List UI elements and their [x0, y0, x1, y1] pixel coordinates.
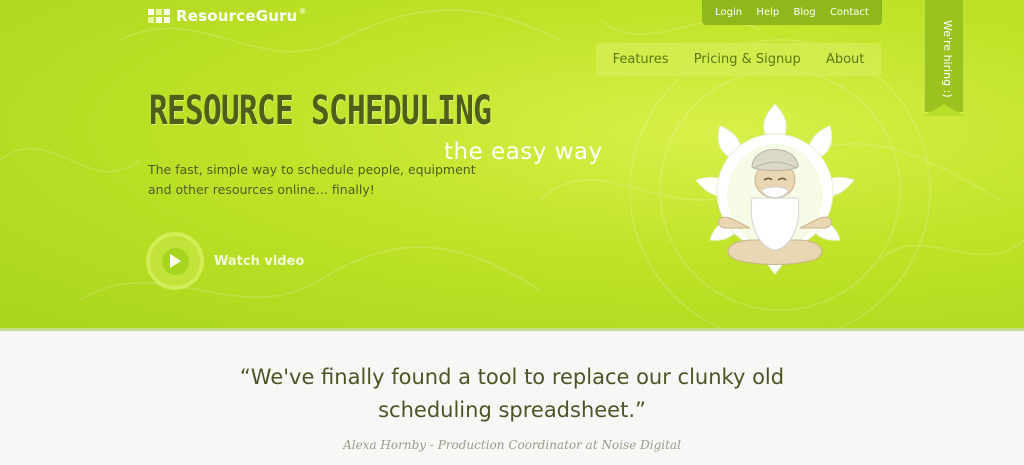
nav-features[interactable]: Features: [613, 52, 669, 67]
meditating-guru-icon: [695, 103, 855, 275]
play-button[interactable]: [150, 236, 200, 286]
utility-nav: Login Help Blog Contact: [702, 0, 882, 25]
logo-registered-mark: ®: [298, 6, 307, 16]
login-link[interactable]: Login: [715, 7, 742, 18]
testimonial-quote-line1: “We've finally found a tool to replace o…: [239, 365, 785, 389]
logo-grid-icon: [148, 9, 170, 23]
watch-video-label[interactable]: Watch video: [214, 254, 304, 269]
hiring-tab-notch: [924, 104, 964, 116]
nav-pricing-signup[interactable]: Pricing & Signup: [694, 52, 801, 67]
blog-link[interactable]: Blog: [794, 7, 816, 18]
watch-video-button[interactable]: Watch video: [150, 236, 304, 286]
hero-tagline: The fast, simple way to schedule people,…: [148, 162, 476, 197]
contact-link[interactable]: Contact: [830, 7, 869, 18]
testimonial-quote-line2: scheduling spreadsheet.”: [378, 398, 646, 422]
play-icon: [170, 254, 181, 268]
logo[interactable]: ResourceGuru ®: [148, 7, 307, 25]
hero-headline: RESOURCE SCHEDULING: [149, 88, 492, 134]
logo-text: ResourceGuru: [176, 7, 298, 25]
hero-divider: [0, 328, 1024, 331]
testimonial-attribution: Alexa Hornby - Production Coordinator at…: [343, 438, 681, 452]
testimonial-quote: “We've finally found a tool to replace o…: [0, 361, 1024, 427]
nav-about[interactable]: About: [826, 52, 864, 67]
hiring-tab-label[interactable]: We're hiring :): [934, 14, 954, 104]
main-nav: Features Pricing & Signup About: [596, 43, 881, 76]
help-link[interactable]: Help: [756, 7, 779, 18]
